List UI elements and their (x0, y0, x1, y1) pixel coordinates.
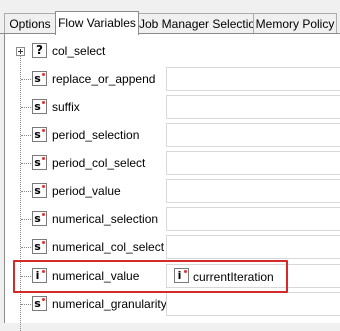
tree-row-suffix[interactable]: s suffix (5, 94, 340, 122)
string-type-icon: s (32, 155, 47, 170)
tab-label: Options (9, 17, 51, 31)
variable-value-field[interactable] (166, 67, 340, 91)
tree-row-numerical-col-select[interactable]: s numerical_col_select (5, 234, 340, 262)
expand-icon[interactable] (16, 47, 25, 56)
variable-label: period_selection (52, 128, 140, 142)
string-type-icon: s (32, 296, 47, 311)
tab-label: Job Manager Selection (139, 17, 262, 31)
tab-bar: Options Flow Variables Job Manager Selec… (0, 0, 340, 35)
tree-row-period-selection[interactable]: s period_selection (5, 122, 340, 150)
variable-label: numerical_col_select (52, 240, 165, 254)
string-type-icon: s (32, 211, 47, 226)
variable-label: numerical_granularity (52, 297, 167, 311)
string-type-icon: s (32, 183, 47, 198)
tab-label: Flow Variables (58, 16, 136, 30)
variable-label: period_col_select (52, 156, 146, 170)
tab-memory-policy[interactable]: Memory Policy (253, 13, 337, 33)
variable-value-field[interactable] (166, 292, 340, 316)
tree-row-numerical-selection[interactable]: s numerical_selection (5, 206, 340, 234)
string-type-icon: s (32, 127, 47, 142)
tree-root-row[interactable]: ? col_select (5, 38, 340, 66)
variable-label: period_value (52, 184, 121, 198)
variable-value-field[interactable] (166, 123, 340, 147)
tree-row-period-value[interactable]: s period_value (5, 178, 340, 206)
string-type-icon: s (32, 71, 47, 86)
variable-label: suffix (52, 100, 80, 114)
variable-label: numerical_selection (52, 212, 159, 226)
integer-type-icon: i (32, 268, 47, 283)
tab-job-manager-selection[interactable]: Job Manager Selection (138, 13, 262, 33)
integer-type-icon: i (174, 268, 189, 283)
variable-value-field[interactable] (166, 179, 340, 203)
string-type-icon: s (32, 99, 47, 114)
variable-value-text: currentIteration (193, 270, 274, 284)
tab-label: Memory Policy (255, 17, 335, 31)
variable-value-field[interactable] (166, 235, 340, 259)
variable-value-field[interactable] (166, 207, 340, 231)
tab-flow-variables[interactable]: Flow Variables (55, 11, 139, 35)
variable-value-field[interactable] (166, 95, 340, 119)
tab-options[interactable]: Options (4, 13, 56, 33)
variable-value-field[interactable] (166, 151, 340, 175)
variable-label: replace_or_append (52, 72, 156, 86)
flow-variables-panel: ? col_select s replace_or_append s suffi… (4, 34, 340, 331)
question-mark-icon: ? (32, 43, 47, 58)
string-type-icon: s (32, 239, 47, 254)
variable-label: numerical_value (52, 269, 140, 283)
tree-row-period-col-select[interactable]: s period_col_select (5, 150, 340, 178)
tree-row-numerical-value[interactable]: i numerical_value i currentIteration (5, 263, 340, 291)
tree-row-numerical-granularity[interactable]: s numerical_granularity (5, 291, 340, 319)
tree-row-replace-or-append[interactable]: s replace_or_append (5, 66, 340, 94)
tree-root-label: col_select (52, 44, 106, 58)
variable-value-field[interactable]: i currentIteration (166, 264, 340, 288)
